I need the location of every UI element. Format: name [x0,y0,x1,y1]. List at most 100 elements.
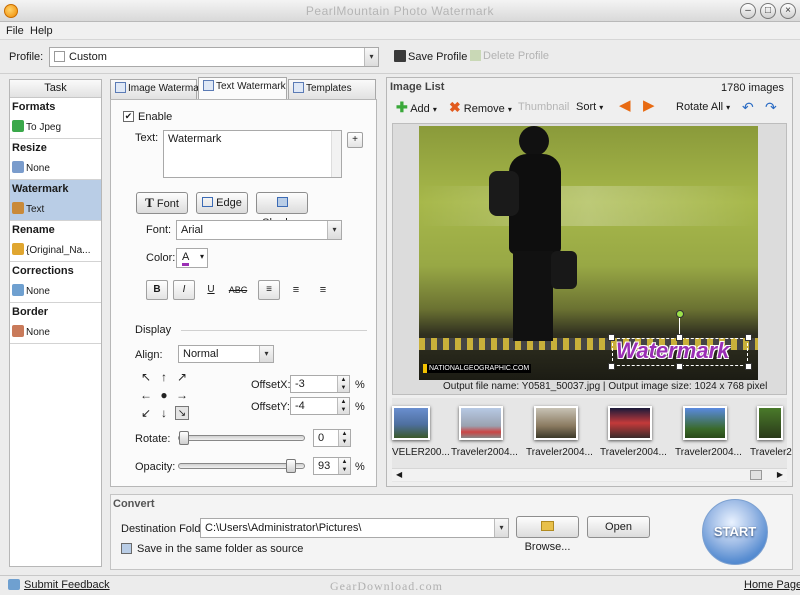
arrow-left-icon[interactable]: ← [139,388,153,402]
browse-button[interactable]: Browse... [516,516,579,553]
open-button[interactable]: Open [587,516,650,538]
add-button[interactable]: ✚ Add ▾ [396,98,437,116]
sort-button[interactable]: Sort ▾ [576,98,603,116]
document-icon [54,51,65,62]
task-group-watermark[interactable]: Watermark Text [10,180,101,221]
same-folder-checkbox[interactable] [121,543,132,554]
font-select[interactable]: Arial ▾ [176,220,342,240]
arrow-downright-icon[interactable]: ↘ [175,406,189,420]
add-text-button[interactable]: + [347,132,363,148]
enable-checkbox[interactable]: ✔ [123,111,134,122]
rotate-left-icon[interactable]: ↶ [742,98,754,116]
menu-file[interactable]: File [6,25,24,37]
arrow-upleft-icon[interactable]: ↖ [139,370,153,384]
align-select[interactable]: Normal ▾ [178,345,274,363]
thumbnail-button[interactable]: Thumbnail [518,98,569,116]
opacity-slider-thumb[interactable] [285,459,296,473]
submit-feedback-link[interactable]: Submit Feedback [24,579,110,591]
scroll-right-icon[interactable]: ▶ [777,470,783,479]
spinner-arrows[interactable]: ▲ ▼ [338,430,350,446]
delete-icon [470,50,481,61]
corrections-value: None [26,286,50,297]
color-picker[interactable]: A ▾ [176,248,208,268]
arrow-downleft-icon[interactable]: ↙ [139,406,153,420]
align-left-button[interactable]: ≡ [258,280,280,300]
resize-handle[interactable] [676,363,683,370]
opacity-input[interactable]: 93 ▲ ▼ [313,457,351,475]
arrow-upright-icon[interactable]: ↗ [175,370,189,384]
align-right-button[interactable]: ≡ [312,280,334,300]
task-value-corrections: None [12,284,50,297]
watermark-text-value: Watermark [168,133,222,145]
text-watermark-panel: ✔ Enable Text: Watermark + T Font Edge S… [110,99,377,487]
offsety-value: -4 [295,400,305,412]
spinner-arrows[interactable]: ▲ ▼ [338,458,350,474]
task-group-rename[interactable]: Rename {Original_Na... [10,221,101,262]
next-arrow-icon[interactable]: ▶ [643,98,655,116]
save-profile-button[interactable]: Save Profile [394,50,467,63]
destination-folder-input[interactable]: C:\Users\Administrator\Pictures\ ▾ [200,518,509,538]
rotate-slider[interactable] [178,431,305,445]
previous-arrow-icon[interactable]: ◀ [619,98,631,116]
strikethrough-button[interactable]: ABC [225,280,251,300]
rotate-all-button[interactable]: Rotate All ▾ [676,98,730,116]
task-group-formats[interactable]: Formats To Jpeg [10,98,101,139]
profile-value: Custom [69,51,107,63]
offsetx-input[interactable]: -3 ▲ ▼ [290,375,350,393]
underline-button[interactable]: U [200,280,222,300]
edge-button[interactable]: Edge [196,192,248,214]
spinner-arrows[interactable]: ▲ ▼ [337,376,349,392]
shadow-button[interactable]: Shadow [256,192,308,229]
rotate-right-icon[interactable]: ↷ [765,98,777,116]
task-panel: Task Formats To Jpeg Resize None Waterma… [9,79,102,567]
start-button[interactable]: START [702,499,768,565]
resize-handle[interactable] [745,363,752,370]
close-button[interactable]: × [780,3,796,19]
thumbnail-image[interactable] [392,406,430,440]
opacity-slider[interactable] [178,459,305,473]
spinner-arrows[interactable]: ▲ ▼ [337,398,349,414]
thumbnail-scrollbar[interactable]: ◀ ▶ [392,468,787,481]
task-title-corrections: Corrections [12,265,74,277]
italic-button[interactable]: I [173,280,195,300]
thumbnail-image[interactable] [459,406,503,440]
font-button[interactable]: T Font [136,192,188,214]
task-group-resize[interactable]: Resize None [10,139,101,180]
thumbnail-image[interactable] [608,406,652,440]
delete-profile-button[interactable]: Delete Profile [470,50,549,62]
minimize-button[interactable]: – [740,3,756,19]
rotate-input[interactable]: 0 ▲ ▼ [313,429,351,447]
menu-help[interactable]: Help [30,25,53,37]
arrow-right-icon[interactable]: → [175,388,189,402]
text-scrollbar[interactable] [331,131,341,177]
bold-button[interactable]: B [146,280,168,300]
arrow-up-icon[interactable]: ↑ [157,370,171,384]
preview-image: Watermark NATIONALGEOGRAPHIC.COM [419,126,758,380]
profile-select[interactable]: Custom ▾ [49,47,379,67]
rotate-slider-thumb[interactable] [179,431,189,445]
tab-image-watermark[interactable]: Image Watermark [110,79,207,99]
align-center-button[interactable]: ≡ [285,280,307,300]
task-group-border[interactable]: Border None [10,303,101,344]
remove-button[interactable]: ✖ Remove ▾ [449,98,512,116]
tab-text-watermark[interactable]: Text Watermark [198,77,287,99]
resize-handle[interactable] [608,334,615,341]
arrow-down-icon[interactable]: ↓ [157,406,171,420]
thumbnail-image[interactable] [534,406,578,440]
task-group-corrections[interactable]: Corrections None [10,262,101,303]
tab-templates[interactable]: Templates [288,79,376,99]
maximize-button[interactable]: □ [760,3,776,19]
rotate-handle[interactable] [676,310,684,318]
watermark-text-input[interactable]: Watermark [163,130,342,178]
home-page-link[interactable]: Home Page [744,579,800,591]
resize-handle[interactable] [608,363,615,370]
watermark-value: Text [26,204,45,215]
font-label: Font: [146,224,172,236]
thumbnail-image[interactable] [757,406,783,440]
thumbnail-image[interactable] [683,406,727,440]
scroll-left-icon[interactable]: ◀ [396,470,402,479]
offsety-input[interactable]: -4 ▲ ▼ [290,397,350,415]
scroll-thumb[interactable] [750,470,762,480]
resize-handle[interactable] [745,334,752,341]
center-dot-icon[interactable]: ● [157,388,171,402]
